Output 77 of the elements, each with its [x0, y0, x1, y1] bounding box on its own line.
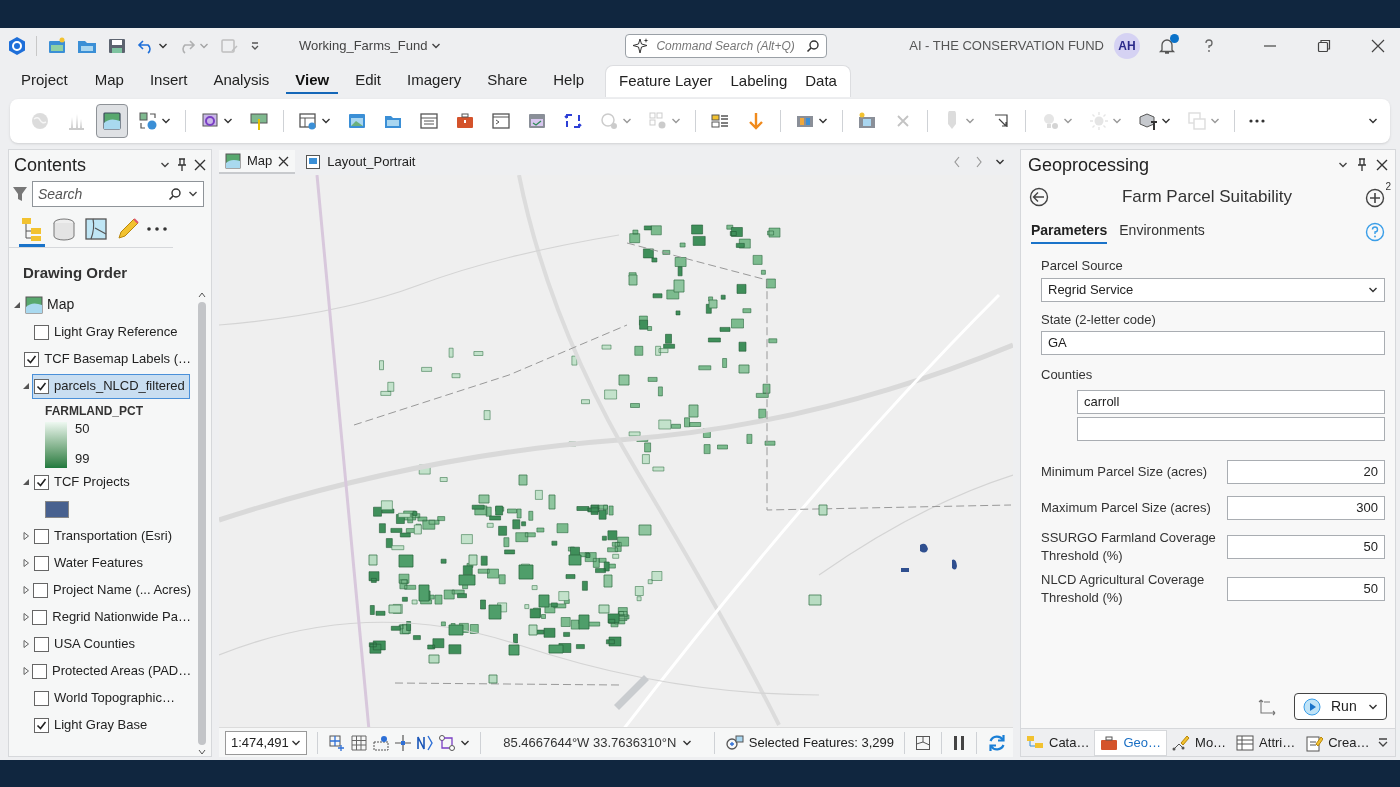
- layer-row[interactable]: World Topographic…: [32, 685, 180, 711]
- dock-tab[interactable]: Attri…: [1231, 729, 1301, 756]
- field-label: NLCD Agricultural Coverage Threshold (%): [1041, 570, 1206, 607]
- layer-label: Light Gray Base: [54, 716, 148, 735]
- selected-features-button[interactable]: Selected Features: 3,299: [724, 732, 894, 753]
- ribbon-tab[interactable]: Analysis: [204, 68, 279, 94]
- input-field[interactable]: 20: [1227, 459, 1385, 484]
- ribbon-tab[interactable]: Project: [12, 68, 77, 94]
- layer-row[interactable]: Water Features: [32, 550, 149, 576]
- ribbon-tab[interactable]: Imagery: [398, 68, 471, 94]
- legend-value: 99: [75, 450, 90, 468]
- legend-field: FARMLAND_PCT: [9, 401, 196, 420]
- coordinates-dropdown[interactable]: 85.4667644°W 33.7636310°N: [503, 732, 693, 753]
- ribbon-tab[interactable]: Data: [796, 70, 846, 93]
- legend-value: 50: [75, 419, 90, 438]
- ribbon-tab[interactable]: Share: [478, 68, 537, 94]
- layer-row[interactable]: Protected Areas (PAD…: [30, 658, 197, 684]
- dock-tab[interactable]: Crea…: [1300, 729, 1375, 756]
- layer-label: Light Gray Reference: [54, 323, 178, 342]
- field-label: Parcel Source: [1041, 257, 1124, 275]
- input-field[interactable]: 50: [1227, 576, 1385, 601]
- field-label: SSURGO Farmland Coverage Threshold (%): [1041, 528, 1217, 565]
- layer-row[interactable]: TCF Basemap Labels (…: [22, 346, 196, 372]
- ribbon-tab[interactable]: Insert: [140, 68, 197, 94]
- dock-tab[interactable]: Mo…: [1167, 729, 1232, 756]
- layer-row[interactable]: Light Gray Base: [32, 712, 153, 738]
- project-name-dropdown[interactable]: Working_Farms_Fund: [299, 36, 442, 56]
- layer-row[interactable]: Regrid Nationwide Pa…: [30, 604, 196, 630]
- input-field[interactable]: 300: [1227, 495, 1385, 520]
- document-tab[interactable]: Map: [219, 150, 296, 174]
- dock-tab[interactable]: Cata…: [1021, 729, 1095, 756]
- ribbon-tab[interactable]: Edit: [346, 68, 391, 94]
- pane-title: Geoprocessing: [1028, 153, 1151, 177]
- pane-title: Contents: [14, 153, 88, 177]
- run-button[interactable]: Run: [1294, 693, 1387, 720]
- layer-label: parcels_NLCD_filtered: [54, 377, 185, 396]
- search-field[interactable]: Search: [32, 181, 204, 207]
- field-label: Minimum Parcel Size (acres): [1041, 462, 1209, 481]
- tab[interactable]: Parameters: [1031, 220, 1108, 244]
- layer-row[interactable]: parcels_NLCD_filtered: [32, 373, 190, 399]
- layer-label: Regrid Nationwide Pa…: [52, 608, 191, 627]
- field-label: State (2-letter code): [1041, 310, 1157, 329]
- document-tab[interactable]: Layout_Portrait: [299, 150, 422, 174]
- field-label: Maximum Parcel Size (acres): [1041, 498, 1212, 517]
- layer-row[interactable]: TCF Projects: [32, 469, 135, 495]
- field-label: Counties: [1041, 366, 1094, 384]
- ribbon-tab[interactable]: Feature Layer: [610, 70, 722, 93]
- ribbon-tab[interactable]: View: [286, 68, 339, 94]
- ribbon-tab[interactable]: Labeling: [721, 70, 797, 93]
- tab[interactable]: Environments: [1119, 220, 1205, 244]
- parcel-source-dropdown[interactable]: Regrid Service: [1041, 277, 1385, 302]
- count-label: 2: [1385, 180, 1391, 194]
- dock-tab[interactable]: Geo…: [1094, 729, 1168, 756]
- layer-label: Project Name (... Acres): [53, 581, 191, 600]
- ribbon-tab[interactable]: Help: [544, 68, 594, 94]
- layer-label: Transportation (Esri): [54, 527, 172, 546]
- layer-label: Water Features: [54, 554, 144, 573]
- section-heading: Drawing Order: [22, 263, 129, 283]
- input-field[interactable]: 50: [1227, 534, 1385, 559]
- layer-label: TCF Basemap Labels (…: [44, 350, 191, 369]
- layer-row[interactable]: Project Name (... Acres): [31, 577, 196, 603]
- ribbon-tab[interactable]: Map: [85, 68, 133, 94]
- layer-label: World Topographic…: [54, 689, 175, 708]
- organization-name: AI - THE CONSERVATION FUND: [909, 37, 1104, 56]
- input-field[interactable]: carroll: [1077, 389, 1385, 414]
- layer-row[interactable]: USA Counties: [32, 631, 140, 657]
- layer-label: USA Counties: [54, 635, 135, 654]
- command-search-field[interactable]: Command Search (Alt+Q): [625, 34, 828, 58]
- layer-label[interactable]: Map: [47, 294, 75, 315]
- layer-row[interactable]: Transportation (Esri): [32, 523, 177, 549]
- tool-title: Farm Parcel Suitability: [1120, 186, 1294, 209]
- scale-dropdown[interactable]: 1:474,491: [225, 730, 308, 755]
- input-field[interactable]: GA: [1041, 331, 1385, 355]
- layer-label: TCF Projects: [54, 473, 130, 492]
- user-avatar[interactable]: AH: [1114, 33, 1140, 59]
- layer-label: Protected Areas (PAD…: [52, 662, 192, 681]
- layer-row[interactable]: Light Gray Reference: [32, 319, 183, 345]
